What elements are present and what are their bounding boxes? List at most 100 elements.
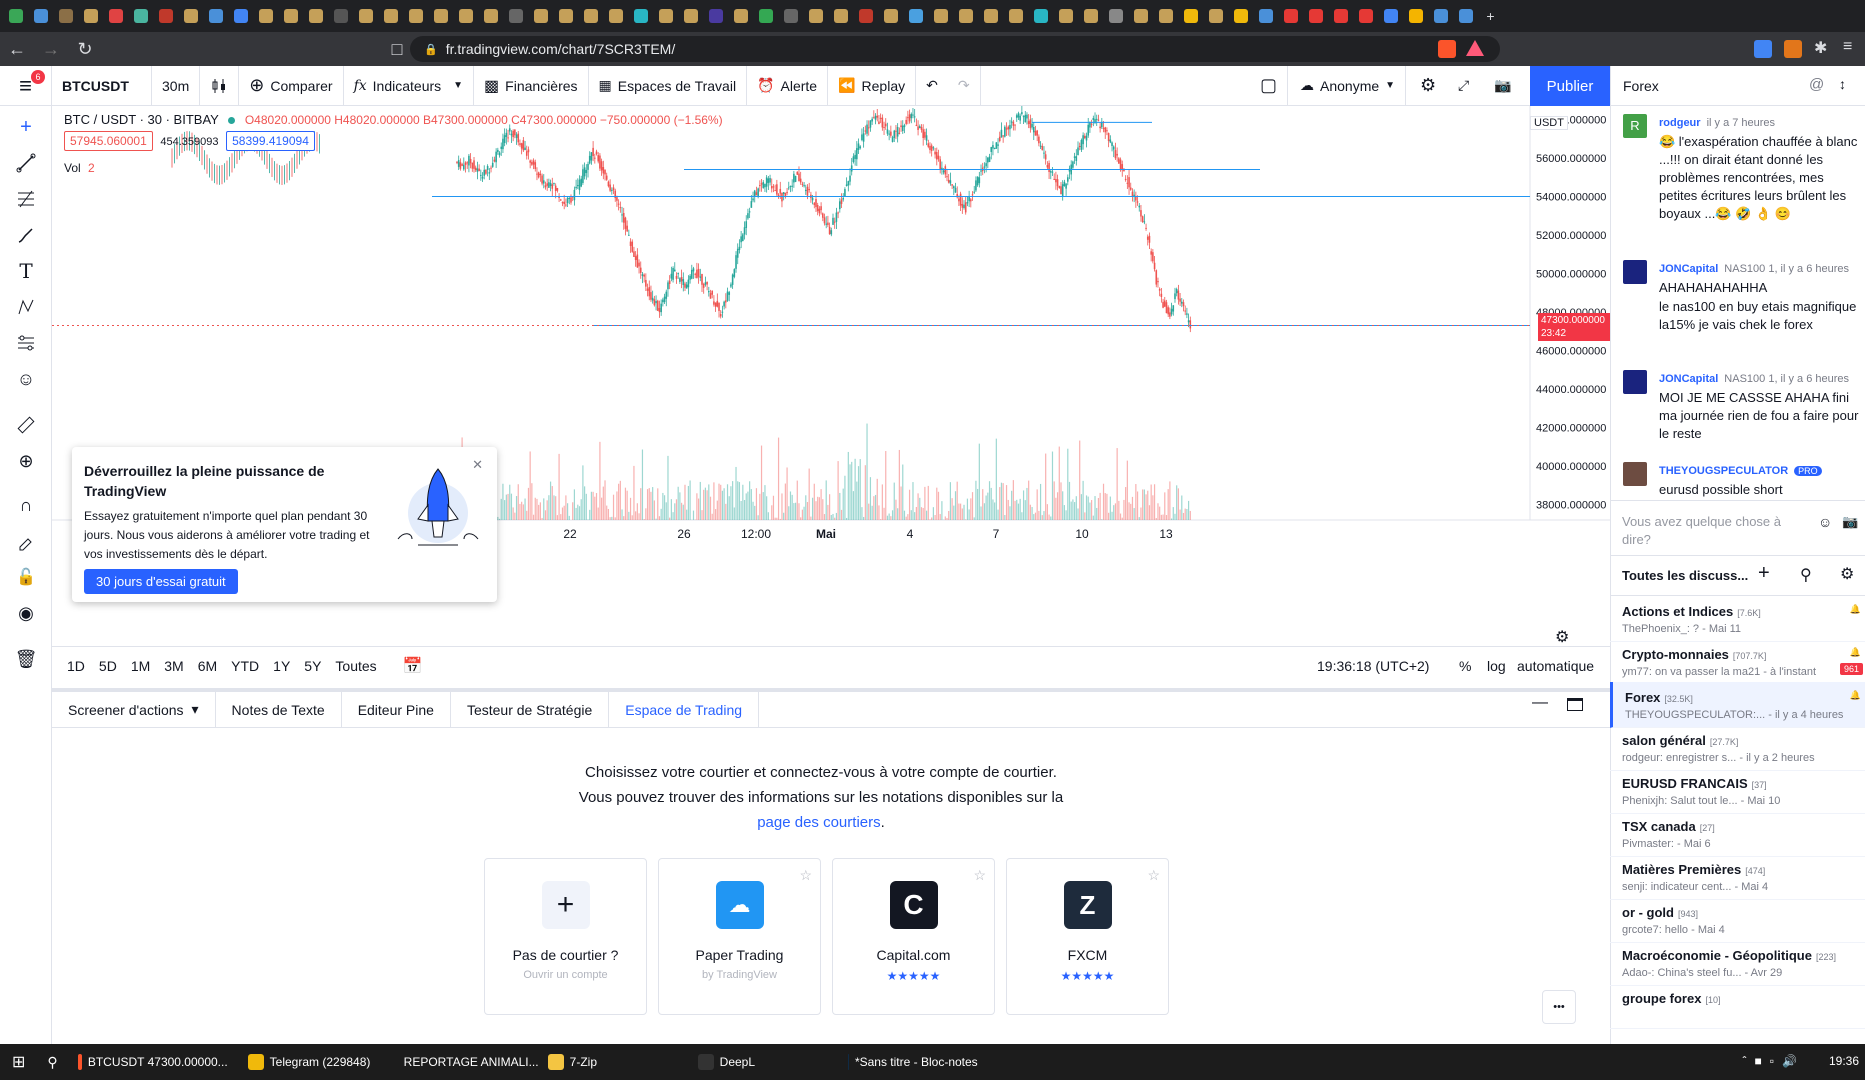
room-item[interactable]: TSX canada [27] Pivmaster: - Mai 6: [1610, 811, 1865, 857]
browser-tab[interactable]: [379, 5, 402, 27]
translate-icon[interactable]: [1754, 40, 1772, 58]
bell-icon[interactable]: 🔔: [1850, 690, 1861, 701]
browser-tab[interactable]: [629, 5, 652, 27]
taskbar-clock[interactable]: 19:36: [1829, 1054, 1859, 1068]
redo-button[interactable]: ↷: [948, 65, 981, 106]
browser-tab[interactable]: [1279, 5, 1302, 27]
room-item[interactable]: Actions et Indices [7.6K] ThePhoenix_: ? -…: [1610, 596, 1865, 642]
add-room-icon[interactable]: +: [1758, 562, 1770, 585]
range-button[interactable]: YTD: [224, 658, 266, 674]
browser-tab[interactable]: [404, 5, 427, 27]
browser-tab[interactable]: [829, 5, 852, 27]
buy-price-button[interactable]: 58399.419094: [226, 131, 315, 151]
browser-tab[interactable]: [1304, 5, 1327, 27]
chat-message[interactable]: le nas100 en buy etais magnifique la15% …: [1623, 298, 1863, 334]
extensions-icon[interactable]: ✱: [1814, 38, 1827, 58]
crosshair-icon[interactable]: +: [13, 114, 39, 140]
browser-tab[interactable]: [1379, 5, 1402, 27]
browser-tab[interactable]: [1029, 5, 1052, 27]
browser-tab[interactable]: [1229, 5, 1252, 27]
metamask-icon[interactable]: [1784, 40, 1802, 58]
pattern-icon[interactable]: [13, 294, 39, 320]
browser-tab[interactable]: [104, 5, 127, 27]
brave-rewards-icon[interactable]: [1466, 40, 1484, 56]
browser-tab[interactable]: [354, 5, 377, 27]
chat-message[interactable]: JONCapital NAS100 1, il y a 6 heures MOI J…: [1623, 370, 1863, 443]
trend-line-icon[interactable]: [13, 150, 39, 176]
gear-icon[interactable]: ⚙: [1840, 564, 1854, 584]
main-menu-button[interactable]: ≡ 6: [0, 65, 52, 106]
browser-tab[interactable]: [1254, 5, 1277, 27]
browser-tab[interactable]: [704, 5, 727, 27]
maximize-panel-icon[interactable]: [1567, 698, 1583, 711]
browser-tab[interactable]: [204, 5, 227, 27]
browser-tab[interactable]: [254, 5, 277, 27]
auto-toggle[interactable]: automatique: [1510, 658, 1601, 674]
browser-tab[interactable]: [579, 5, 602, 27]
interval-button[interactable]: 30m: [152, 65, 201, 106]
stay-drawing-icon[interactable]: [13, 528, 39, 554]
browser-tab[interactable]: [1154, 5, 1177, 27]
taskbar-app[interactable]: 7-Zip: [538, 1044, 688, 1080]
taskbar-app[interactable]: *Sans titre - Bloc-notes: [838, 1044, 988, 1080]
browser-tab[interactable]: [854, 5, 877, 27]
range-button[interactable]: 1Y: [266, 658, 297, 674]
brokers-page-link[interactable]: page des courtiers: [757, 814, 880, 831]
user-button[interactable]: ☁ Anonyme ▼: [1290, 65, 1407, 106]
room-item[interactable]: Crypto-monnaies [707.7K] ym77: on va passe…: [1610, 639, 1865, 685]
broker-card-paper[interactable]: ☆ ☁ Paper Trading by TradingView: [658, 858, 821, 1015]
browser-tab[interactable]: [1104, 5, 1127, 27]
chat-message[interactable]: JONCapital NAS100 1, il y a 6 heures AHAHA…: [1623, 260, 1863, 297]
chat-input[interactable]: Vous avez quelque chose à dire? ☺ 📷: [1610, 500, 1865, 556]
chat-message[interactable]: Rrodgeur il y a 7 heures 😂 l'exaspération …: [1623, 114, 1863, 223]
new-tab-icon[interactable]: +: [1479, 5, 1502, 27]
search-icon[interactable]: ⚲: [1800, 565, 1812, 585]
rooms-filter[interactable]: Toutes les discuss...: [1622, 568, 1748, 583]
browser-tab[interactable]: [929, 5, 952, 27]
browser-tab[interactable]: [454, 5, 477, 27]
room-item[interactable]: EURUSD FRANCAIS [37] Phenixjh: Salut tout …: [1610, 768, 1865, 814]
star-icon[interactable]: ☆: [973, 867, 986, 884]
browser-tab[interactable]: [1129, 5, 1152, 27]
browser-tab[interactable]: [529, 5, 552, 27]
browser-tab[interactable]: [154, 5, 177, 27]
browser-tab[interactable]: [979, 5, 1002, 27]
browser-tab[interactable]: [779, 5, 802, 27]
forward-icon[interactable]: →: [34, 32, 68, 66]
browser-tab[interactable]: [29, 5, 52, 27]
back-icon[interactable]: ←: [0, 32, 34, 66]
bottom-tab[interactable]: Editeur Pine: [342, 692, 451, 727]
percent-toggle[interactable]: %: [1452, 658, 1478, 674]
browser-tab[interactable]: [304, 5, 327, 27]
range-button[interactable]: 6M: [191, 658, 224, 674]
browser-tab[interactable]: [429, 5, 452, 27]
broker-card-fxcm[interactable]: ☆ Z FXCM ★★★★★: [1006, 858, 1169, 1015]
browser-tab[interactable]: [1354, 5, 1377, 27]
start-button[interactable]: ⊞: [0, 1044, 37, 1080]
minimize-panel-icon[interactable]: —: [1532, 694, 1548, 712]
reload-icon[interactable]: ↻: [68, 32, 102, 66]
chart-type-button[interactable]: [200, 65, 240, 106]
browser-tab[interactable]: [1329, 5, 1352, 27]
chart-settings-icon[interactable]: ⚙: [1555, 627, 1569, 646]
browser-tab[interactable]: [179, 5, 202, 27]
expand-vertical-icon[interactable]: ↕: [1839, 76, 1846, 92]
range-button[interactable]: 1M: [124, 658, 157, 674]
browser-tab[interactable]: [1429, 5, 1452, 27]
browser-tab[interactable]: [1454, 5, 1477, 27]
avatar[interactable]: [1623, 462, 1647, 486]
alert-button[interactable]: ⏰ Alerte: [747, 65, 829, 106]
browser-tab[interactable]: [754, 5, 777, 27]
currency-label[interactable]: USDT: [1530, 116, 1568, 130]
room-item[interactable]: Macroéconomie - Géopolitique [223] Adao-: …: [1610, 940, 1865, 986]
browser-tab[interactable]: [129, 5, 152, 27]
lock-drawing-icon[interactable]: 🔓: [13, 564, 39, 590]
browser-tab[interactable]: [329, 5, 352, 27]
brave-shield-icon[interactable]: [1438, 40, 1456, 58]
settings-button[interactable]: ⚙: [1410, 66, 1446, 106]
browser-tab[interactable]: [554, 5, 577, 27]
browser-tab[interactable]: [654, 5, 677, 27]
room-item[interactable]: groupe forex [10]: [1610, 983, 1865, 1029]
fib-icon[interactable]: [13, 186, 39, 212]
browser-tab[interactable]: [4, 5, 27, 27]
